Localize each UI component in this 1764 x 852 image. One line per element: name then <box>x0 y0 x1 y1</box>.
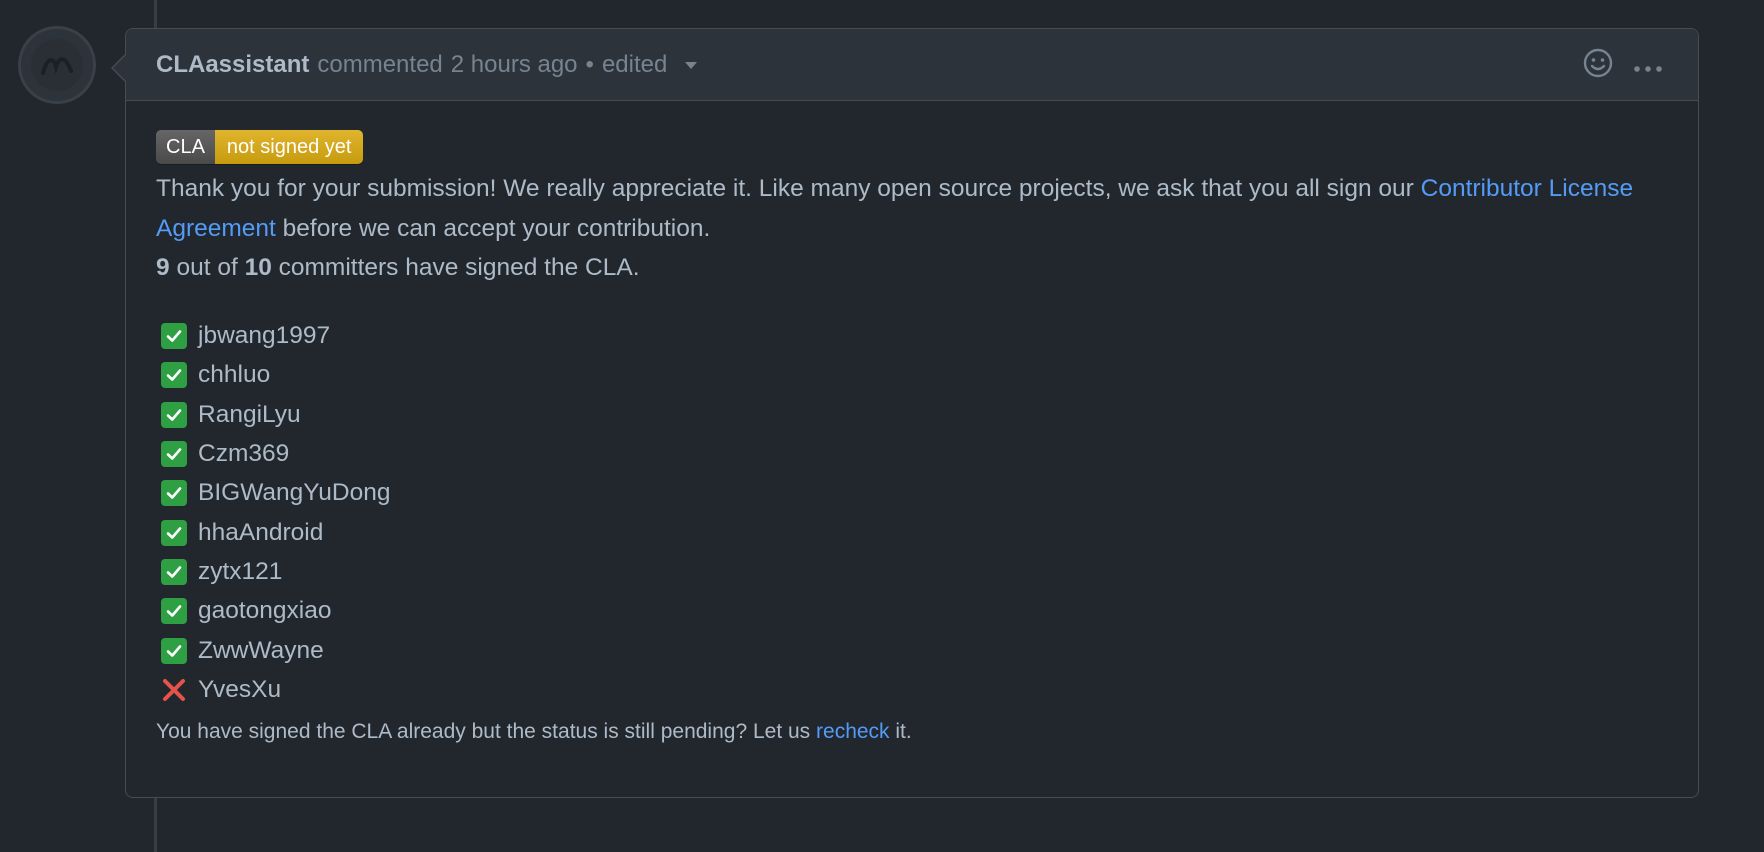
check-icon <box>161 519 187 546</box>
comment-author[interactable]: CLAassistant <box>156 51 309 79</box>
signed-count: 9 <box>156 254 170 281</box>
committer-item: chhluo <box>156 356 1668 395</box>
committer-name: BIGWangYuDong <box>198 479 391 507</box>
signed-summary: 9 out of 10 committers have signed the C… <box>156 248 1668 288</box>
check-icon <box>161 637 187 664</box>
comment-time[interactable]: 2 hours ago <box>451 51 578 78</box>
committer-name: RangiLyu <box>198 400 301 428</box>
chevron-down-icon <box>685 61 698 69</box>
recheck-link[interactable]: recheck <box>816 720 890 743</box>
committer-name: jbwang1997 <box>198 322 331 350</box>
check-icon <box>161 362 187 389</box>
x-icon <box>161 677 187 703</box>
count-mid: out of <box>169 254 245 281</box>
check-icon <box>161 401 187 428</box>
total-count: 10 <box>244 254 272 281</box>
intro-text: Thank you for your submission! We really… <box>156 175 1421 202</box>
badge-label: CLA <box>156 130 215 164</box>
committer-item: RangiLyu <box>156 395 1668 434</box>
committer-item: gaotongxiao <box>156 592 1668 631</box>
committer-item: BIGWangYuDong <box>156 474 1668 513</box>
check-icon <box>161 323 187 350</box>
committer-name: chhluo <box>198 361 271 389</box>
recheck-suffix: it. <box>889 720 912 744</box>
comment-meta: commented 2 hours ago • edited <box>317 51 705 79</box>
smiley-icon[interactable] <box>1582 47 1614 86</box>
header-actions <box>1582 47 1664 86</box>
recheck-note: You have signed the CLA already but the … <box>156 720 1668 744</box>
count-suffix: committers have signed the CLA. <box>271 254 640 281</box>
committer-name: zytx121 <box>198 557 283 585</box>
comment-body: CLA not signed yet Thank you for your su… <box>126 101 1698 744</box>
edited-dropdown[interactable]: edited <box>602 51 705 78</box>
committer-item: hhaAndroid <box>156 513 1668 552</box>
comment-arrow-inner <box>113 54 127 82</box>
committer-name: hhaAndroid <box>198 518 324 546</box>
badge-status: not signed yet <box>214 130 364 164</box>
avatar-logo-icon <box>31 39 83 91</box>
edited-label: edited <box>601 50 668 78</box>
comment-header: CLAassistant commented 2 hours ago • edited <box>126 29 1698 101</box>
committer-item: YvesXu <box>156 670 1668 709</box>
comment-action: commented <box>317 50 443 78</box>
kebab-horizontal-icon[interactable] <box>1632 53 1664 81</box>
check-icon <box>161 480 187 507</box>
committer-name: Czm369 <box>198 440 290 468</box>
committer-name: gaotongxiao <box>198 597 332 625</box>
committer-list: jbwang1997 chhluo RangiLyu Czm369 BIGWan… <box>156 317 1668 710</box>
committer-item: zytx121 <box>156 552 1668 591</box>
intro-paragraph: Thank you for your submission! We really… <box>156 169 1668 248</box>
committer-item: Czm369 <box>156 434 1668 473</box>
cla-status-badge[interactable]: CLA not signed yet <box>156 130 364 164</box>
avatar[interactable] <box>18 26 96 104</box>
check-icon <box>161 441 187 468</box>
committer-name: YvesXu <box>198 675 282 703</box>
check-icon <box>161 598 187 625</box>
comment-card: CLAassistant commented 2 hours ago • edited <box>111 28 1699 798</box>
check-icon <box>161 558 187 585</box>
committer-item: ZwwWayne <box>156 631 1668 670</box>
meta-separator: • <box>585 50 594 78</box>
committer-item: jbwang1997 <box>156 317 1668 356</box>
committer-name: ZwwWayne <box>198 636 324 664</box>
recheck-prefix: You have signed the CLA already but the … <box>156 720 817 744</box>
intro-suffix: before we can accept your contribution. <box>275 214 711 242</box>
